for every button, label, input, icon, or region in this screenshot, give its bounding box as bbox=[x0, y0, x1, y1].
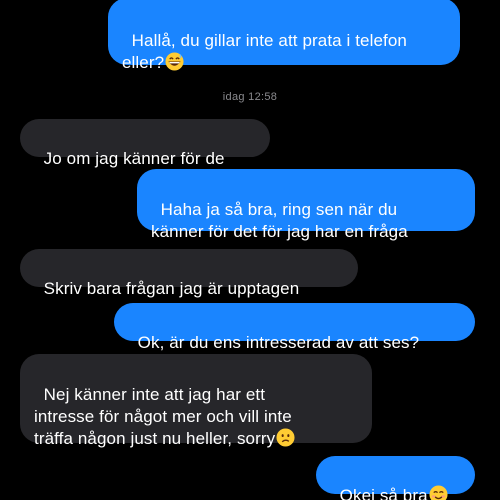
message-text: Nej känner inte att jag har ett intresse… bbox=[34, 385, 292, 448]
message-text: Jo om jag känner för de bbox=[43, 149, 225, 168]
message-timestamp: idag 12:58 bbox=[222, 91, 278, 103]
confused-face-emoji-icon bbox=[276, 428, 295, 447]
grinning-sweat-emoji-icon bbox=[165, 52, 184, 71]
smiling-blush-emoji-icon bbox=[429, 485, 448, 500]
message-text: Okej så bra bbox=[339, 486, 428, 500]
message-bubble-received[interactable]: Nej känner inte att jag har ett intresse… bbox=[14, 354, 372, 448]
message-text: Ok, är du ens intresserad av att ses? bbox=[137, 333, 420, 352]
message-bubble-received[interactable]: Skriv bara frågan jag är upptagen bbox=[14, 249, 358, 298]
message-text: Haha ja så bra, ring sen när du känner f… bbox=[151, 200, 408, 241]
message-bubble-sent[interactable]: Okej så bra bbox=[316, 456, 481, 500]
message-text: Skriv bara frågan jag är upptagen bbox=[43, 279, 300, 298]
message-bubble-sent[interactable]: Ok, är du ens intresserad av att ses? bbox=[114, 303, 481, 352]
message-bubble-received[interactable]: Jo om jag känner för de bbox=[14, 119, 270, 168]
message-bubble-sent[interactable]: Hallå, du gillar inte att prata i telefo… bbox=[108, 0, 460, 72]
message-bubble-sent[interactable]: Haha ja så bra, ring sen när du känner f… bbox=[137, 169, 481, 241]
